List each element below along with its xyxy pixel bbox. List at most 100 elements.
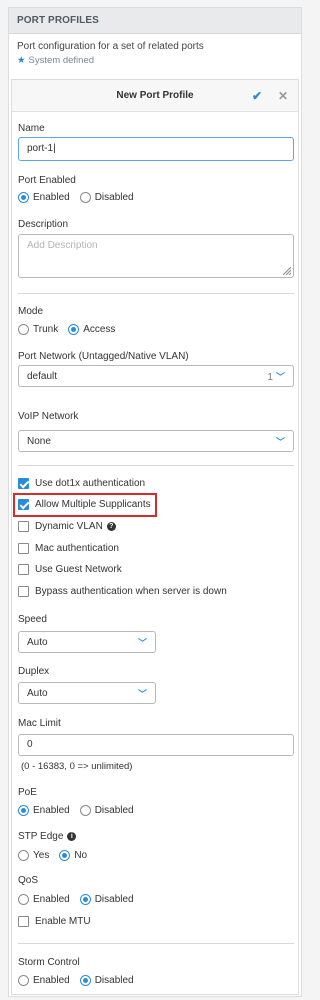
- poe-option-enabled: Enabled: [33, 805, 70, 816]
- port-network-select[interactable]: default 1 ﹀: [18, 365, 294, 387]
- storm-option-disabled: Disabled: [94, 975, 134, 986]
- port-enabled-label: Port Enabled: [18, 175, 76, 186]
- help-icon[interactable]: ?: [106, 522, 116, 531]
- section-description: Port configuration for a set of related …: [17, 41, 204, 52]
- poe-radio-enabled[interactable]: [18, 805, 29, 816]
- storm-control-group: Enabled Disabled: [18, 975, 134, 986]
- mode-label: Mode: [18, 306, 44, 317]
- name-value: port-1: [27, 143, 54, 154]
- port-profiles-panel: PORT PROFILES Port configuration for a s…: [8, 7, 302, 997]
- qos-option-disabled: Disabled: [94, 894, 134, 905]
- duplex-label: Duplex: [18, 666, 50, 677]
- mode-group: Trunk Access: [18, 324, 115, 335]
- system-defined-note: ★ System defined: [9, 52, 301, 66]
- star-icon: ★: [17, 55, 26, 66]
- chevron-down-icon: ﹀: [137, 637, 147, 648]
- card-header: New Port Profile ✔ ✕: [12, 80, 298, 112]
- checkbox-guest-network[interactable]: Use Guest Network: [18, 564, 122, 575]
- storm-control-label: Storm Control: [18, 957, 80, 968]
- duplex-value: Auto: [27, 687, 48, 699]
- checkbox-dynamic-vlan[interactable]: Dynamic VLAN ?: [18, 521, 116, 532]
- poe-label: PoE: [18, 787, 37, 798]
- voip-select[interactable]: None ﹀: [18, 430, 294, 452]
- description-label: Description: [18, 219, 69, 230]
- speed-value: Auto: [27, 636, 48, 648]
- description-placeholder: Add Description: [27, 240, 98, 251]
- checkbox-icon[interactable]: [18, 916, 29, 927]
- storm-radio-enabled[interactable]: [18, 975, 29, 986]
- checkbox-enable-mtu[interactable]: Enable MTU: [18, 916, 91, 927]
- checkbox-bypass-auth[interactable]: Bypass authentication when server is dow…: [18, 586, 227, 597]
- stp-edge-label-row: STP Edge i: [18, 831, 77, 842]
- storm-radio-disabled[interactable]: [79, 975, 91, 986]
- divider: [18, 943, 294, 944]
- checkbox-mac-auth[interactable]: Mac authentication: [18, 543, 119, 554]
- voip-value: None: [27, 435, 51, 447]
- stp-radio-no[interactable]: [59, 850, 71, 861]
- poe-group: Enabled Disabled: [18, 805, 134, 816]
- check-icon[interactable]: ✔: [252, 80, 262, 112]
- stp-edge-label: STP Edge: [18, 831, 64, 842]
- description-textarea[interactable]: Add Description: [18, 234, 294, 278]
- chevron-down-icon: ﹀: [275, 371, 285, 382]
- chevron-down-icon: ﹀: [275, 436, 285, 447]
- info-icon[interactable]: i: [67, 832, 77, 841]
- highlight-box: [13, 493, 157, 517]
- storm-option-enabled: Enabled: [33, 975, 70, 986]
- checkbox-label: Enable MTU: [35, 916, 91, 927]
- port-enabled-radio-enabled[interactable]: [18, 192, 29, 203]
- checkbox-icon[interactable]: [18, 586, 29, 597]
- port-network-label: Port Network (Untagged/Native VLAN): [18, 351, 189, 362]
- chevron-down-icon: ﹀: [137, 688, 147, 699]
- mode-radio-trunk[interactable]: [18, 324, 29, 335]
- mode-option-access: Access: [83, 324, 116, 335]
- mac-limit-label: Mac Limit: [18, 718, 61, 729]
- divider: [18, 293, 294, 294]
- stp-option-no: No: [74, 850, 88, 861]
- qos-option-enabled: Enabled: [33, 894, 70, 905]
- card-title: New Port Profile: [116, 90, 194, 101]
- mac-limit-input[interactable]: 0: [18, 734, 294, 756]
- checkbox-icon[interactable]: [18, 478, 29, 489]
- voip-label: VoIP Network: [18, 411, 79, 422]
- port-enabled-option-disabled: Disabled: [94, 192, 134, 203]
- section-title: PORT PROFILES: [9, 8, 301, 34]
- port-network-value: default: [27, 370, 58, 382]
- checkbox-dot1x[interactable]: Use dot1x authentication: [18, 478, 145, 489]
- port-enabled-group: Enabled Disabled: [18, 192, 134, 203]
- poe-option-disabled: Disabled: [94, 805, 134, 816]
- stp-edge-group: Yes No: [18, 850, 87, 861]
- qos-label: QoS: [18, 875, 39, 886]
- speed-label: Speed: [18, 614, 47, 625]
- poe-radio-disabled[interactable]: [79, 805, 91, 816]
- qos-radio-disabled[interactable]: [79, 894, 91, 905]
- resize-handle-icon[interactable]: [283, 267, 291, 275]
- checkbox-label: Use dot1x authentication: [35, 478, 146, 489]
- stp-radio-yes[interactable]: [18, 850, 29, 861]
- port-enabled-radio-disabled[interactable]: [79, 192, 91, 203]
- mac-limit-hint: (0 - 16383, 0 => unlimited): [21, 761, 133, 772]
- speed-select[interactable]: Auto ﹀: [18, 631, 156, 653]
- qos-radio-enabled[interactable]: [18, 894, 29, 905]
- mac-limit-value: 0: [27, 739, 33, 750]
- duplex-select[interactable]: Auto ﹀: [18, 682, 156, 704]
- checkbox-label: Bypass authentication when server is dow…: [35, 586, 227, 597]
- checkbox-icon[interactable]: [18, 543, 29, 554]
- checkbox-icon[interactable]: [18, 521, 29, 532]
- mode-option-trunk: Trunk: [33, 324, 59, 335]
- name-label: Name: [18, 123, 45, 134]
- divider: [18, 465, 294, 466]
- new-port-profile-card: New Port Profile ✔ ✕ Name port-1| Port E…: [11, 79, 299, 995]
- qos-group: Enabled Disabled: [18, 894, 134, 905]
- system-defined-label: System defined: [28, 55, 95, 66]
- checkbox-label: Use Guest Network: [35, 564, 122, 575]
- stp-option-yes: Yes: [33, 850, 50, 861]
- name-input[interactable]: port-1|: [18, 137, 294, 161]
- close-icon[interactable]: ✕: [278, 80, 288, 112]
- checkbox-label: Mac authentication: [35, 543, 119, 554]
- checkbox-icon[interactable]: [18, 564, 29, 575]
- port-network-vlan: 1: [267, 371, 273, 383]
- mode-radio-access[interactable]: [68, 324, 80, 335]
- port-enabled-option-enabled: Enabled: [33, 192, 70, 203]
- checkbox-label: Dynamic VLAN: [35, 521, 103, 532]
